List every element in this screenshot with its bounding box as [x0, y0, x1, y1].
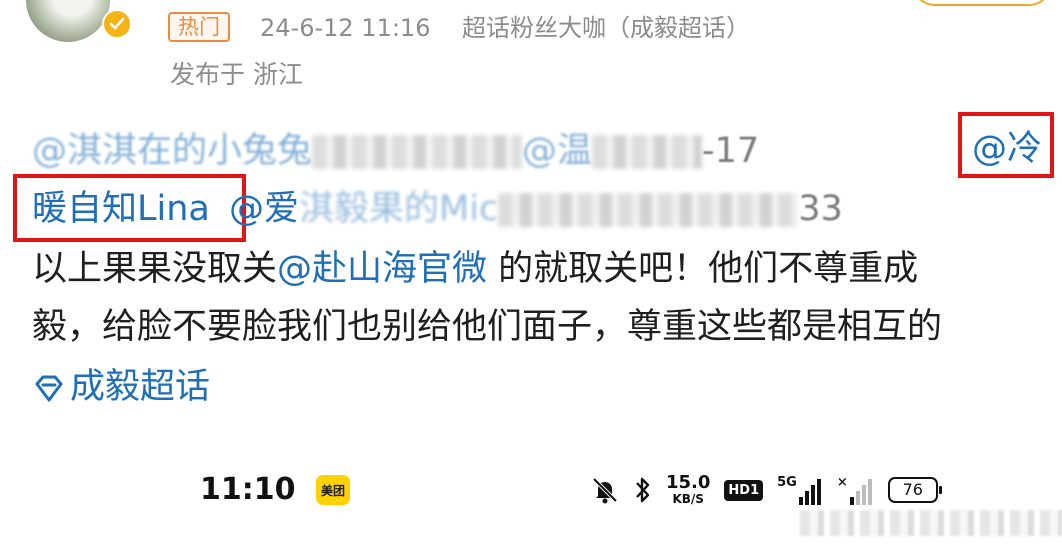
mention-blurred-2[interactable]: @温: [522, 131, 592, 171]
blurred-region: [800, 510, 1062, 536]
published-location: 发布于 浙江: [170, 60, 303, 89]
line3-prefix: 以上果果没取关: [32, 249, 278, 289]
topic-link[interactable]: 成毅超话: [70, 364, 210, 410]
net-speed-value: 15.0: [666, 472, 711, 493]
signal-icon: 5G: [777, 475, 823, 505]
meituan-app-icon: 美团: [316, 475, 350, 505]
mention-highlighted-2[interactable]: 暖自知Lina: [32, 189, 210, 229]
status-time: 11:10: [200, 472, 296, 507]
status-icons: 15.0 KB/S HD1 5G × 76: [590, 470, 942, 510]
hot-badge: 热门: [168, 12, 230, 42]
verified-icon: [102, 9, 132, 39]
post-line-2: 暖自知Lina @爱淇毅果的Mic 33: [32, 186, 843, 232]
post-line-1: @淇淇在的小兔兔 @温 -17: [32, 128, 759, 174]
net-type: 5G: [777, 475, 797, 490]
topic-diamond-icon: [35, 375, 63, 402]
signal-icon-secondary: ×: [837, 475, 874, 505]
line1-suffix: -17: [702, 131, 760, 171]
blurred-region: [312, 135, 433, 169]
post-time: 24-6-12 11:16: [260, 14, 431, 42]
bluetooth-icon: [636, 477, 650, 503]
mention-blurred-1[interactable]: @淇淇在的小兔兔: [32, 131, 312, 171]
line2-suffix: 33: [798, 189, 843, 229]
mute-bell-icon: [592, 477, 618, 504]
hd-icon: HD1: [724, 479, 764, 501]
blurred-region: [432, 135, 523, 169]
post-source[interactable]: 超话粉丝大咖（成毅超话）: [462, 12, 750, 44]
line3-rest: 的就取关吧！他们不尊重成: [487, 249, 919, 289]
battery-icon: 76: [887, 477, 942, 503]
blurred-region: [498, 193, 799, 227]
mention-highlighted-1[interactable]: @冷: [972, 126, 1042, 172]
mention-blurred-3[interactable]: 淇毅果的Mic: [299, 189, 498, 229]
mention-fushanhai[interactable]: @赴山海官微: [277, 249, 487, 289]
follow-button[interactable]: [912, 0, 1052, 6]
net-speed-unit: KB/S: [672, 492, 704, 506]
avatar[interactable]: [26, 0, 110, 42]
post-line-3: 以上果果没取关@赴山海官微 的就取关吧！他们不尊重成: [32, 246, 918, 292]
net-speed: 15.0 KB/S: [666, 472, 711, 507]
mention-partial[interactable]: @爱: [229, 189, 299, 229]
blurred-region: [592, 135, 703, 169]
post-line-4: 毅，给脸不要脸我们也别给他们面子，尊重这些都是相互的: [32, 307, 943, 347]
